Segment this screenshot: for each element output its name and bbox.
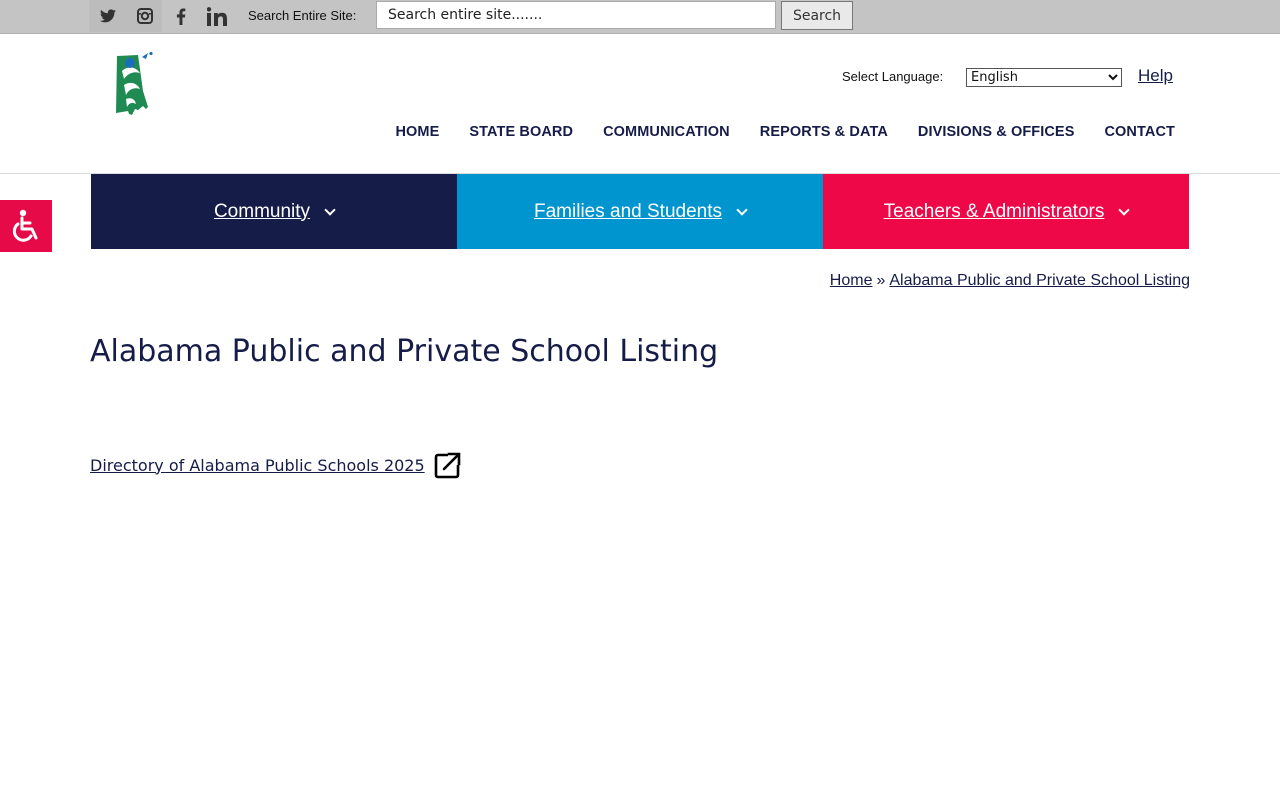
search-label: Search Entire Site: — [248, 8, 357, 23]
site-header: Select Language: English Help HOME STATE… — [0, 34, 1280, 174]
main-nav: HOME STATE BOARD COMMUNICATION REPORTS &… — [395, 124, 1175, 140]
help-link[interactable]: Help — [1138, 66, 1173, 86]
chevron-down-icon — [736, 203, 748, 216]
audience-bar: Community Families and Students Teachers… — [91, 174, 1189, 249]
instagram-link[interactable] — [126, 0, 163, 32]
external-link-icon[interactable] — [434, 451, 462, 479]
twitter-link[interactable] — [89, 0, 126, 32]
audience-teachers-administrators[interactable]: Teachers & Administrators — [823, 174, 1189, 249]
linkedin-icon — [206, 6, 227, 26]
linkedin-link[interactable] — [198, 0, 235, 32]
alabama-state-logo — [116, 51, 153, 115]
home-logo-link[interactable] — [110, 51, 158, 117]
audience-teachers-label: Teachers & Administrators — [883, 200, 1105, 222]
facebook-link[interactable] — [162, 0, 199, 32]
nav-home[interactable]: HOME — [395, 124, 439, 140]
top-utility-bar: Search Entire Site: Search — [0, 0, 1280, 34]
nav-contact[interactable]: CONTACT — [1104, 124, 1175, 140]
language-label: Select Language: — [842, 69, 944, 84]
twitter-icon — [99, 9, 116, 23]
search-input[interactable] — [376, 1, 776, 29]
chevron-down-icon — [1118, 203, 1131, 216]
directory-link[interactable]: Directory of Alabama Public Schools 2025 — [90, 456, 425, 475]
language-select[interactable]: English — [966, 68, 1122, 87]
nav-communication[interactable]: COMMUNICATION — [603, 124, 730, 140]
breadcrumb-current[interactable]: Alabama Public and Private School Listin… — [889, 272, 1190, 289]
breadcrumb: Home» Alabama Public and Private School L… — [830, 272, 1190, 290]
audience-community-label: Community — [213, 200, 311, 222]
search-button[interactable]: Search — [781, 1, 853, 30]
breadcrumb-separator: » — [876, 272, 886, 289]
chevron-down-icon — [324, 203, 336, 216]
accessibility-toggle[interactable] — [0, 200, 52, 252]
audience-families-students[interactable]: Families and Students — [457, 174, 823, 249]
nav-state-board[interactable]: STATE BOARD — [469, 124, 573, 140]
facebook-icon — [176, 7, 185, 25]
wheelchair-icon — [12, 209, 38, 242]
nav-reports-data[interactable]: REPORTS & DATA — [760, 124, 888, 140]
audience-community[interactable]: Community — [91, 174, 457, 249]
page-title: Alabama Public and Private School Listin… — [90, 334, 719, 369]
breadcrumb-home[interactable]: Home — [830, 272, 873, 289]
directory-link-row: Directory of Alabama Public Schools 2025 — [90, 451, 462, 479]
nav-divisions-offices[interactable]: DIVISIONS & OFFICES — [918, 124, 1075, 140]
audience-families-label: Families and Students — [534, 200, 722, 222]
instagram-icon — [136, 8, 153, 24]
